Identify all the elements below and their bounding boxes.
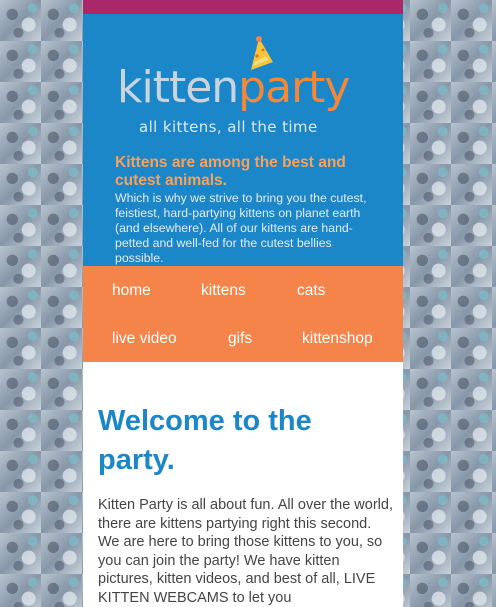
- nav-item-live-video[interactable]: live video: [112, 330, 177, 348]
- site-logo[interactable]: kittenparty: [117, 66, 350, 110]
- logo-text-kitten: kitten: [117, 62, 239, 113]
- site-tagline: all kittens, all the time: [139, 118, 318, 136]
- intro-title: Kittens are among the best and cutest an…: [115, 154, 346, 189]
- nav-item-kittenshop[interactable]: kittenshop: [302, 330, 373, 348]
- site-header: kittenparty all kittens, all the time Ki…: [83, 14, 403, 266]
- nav-item-gifs[interactable]: gifs: [228, 330, 252, 348]
- welcome-heading: Welcome to the party.: [98, 405, 312, 476]
- nav-item-home[interactable]: home: [112, 282, 151, 300]
- main-nav: home kittens cats live video gifs kitten…: [83, 266, 403, 362]
- nav-item-cats[interactable]: cats: [297, 282, 325, 300]
- nav-item-kittens[interactable]: kittens: [201, 282, 246, 300]
- logo-text-party: party: [238, 62, 350, 113]
- welcome-body-text: Kitten Party is all about fun. All over …: [98, 497, 393, 606]
- page-container: kittenparty all kittens, all the time Ki…: [83, 0, 403, 607]
- intro-text: Which is why we strive to bring you the …: [115, 191, 367, 265]
- top-color-strip: [83, 0, 403, 14]
